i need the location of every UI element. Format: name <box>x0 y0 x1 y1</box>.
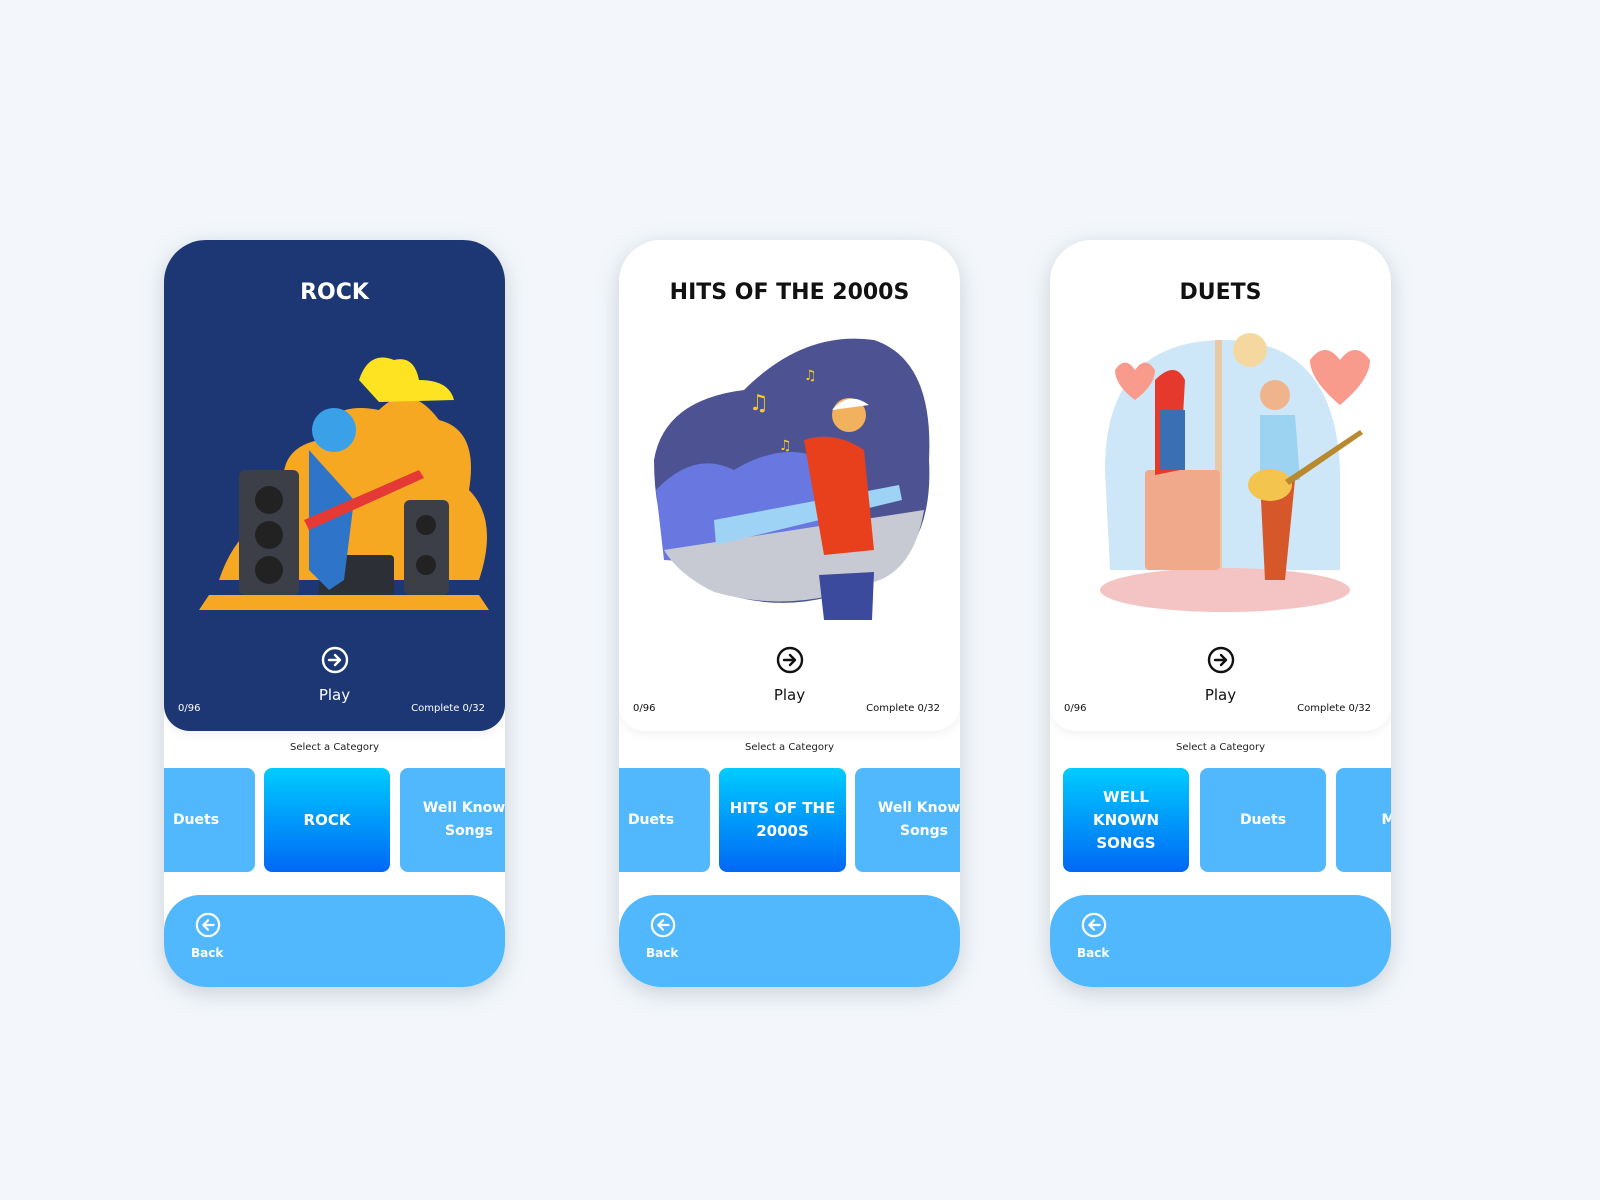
svg-text:♫: ♫ <box>779 438 792 454</box>
category-card: HITS OF THE 2000S ♫ ♫ ♫ Play 0/96 Complete 0/3… <box>619 240 960 731</box>
dj-party-illustration: ♫ ♫ ♫ <box>634 320 944 620</box>
back-bar: Back <box>619 895 960 987</box>
category-card: ROCK Play 0/96 Complete 0/32 <box>164 240 505 731</box>
category-tile-label: Duets <box>172 811 220 828</box>
category-tile-label: Duets <box>627 811 675 828</box>
complete-count: Complete 0/32 <box>866 703 940 714</box>
back-arrow-icon[interactable] <box>650 912 676 938</box>
category-tile-label: Movie <box>1381 811 1392 828</box>
category-tile[interactable]: Duets <box>619 768 710 872</box>
back-button[interactable]: Back <box>646 946 678 960</box>
play-button[interactable]: Play <box>619 686 960 704</box>
category-tile[interactable]: Duets <box>164 768 255 872</box>
progress-count: 0/96 <box>178 703 201 714</box>
back-arrow-icon[interactable] <box>1081 912 1107 938</box>
category-tile-label: WELL KNOWN SONGS <box>1092 787 1160 852</box>
play-arrow-icon[interactable] <box>1207 646 1235 674</box>
play-button[interactable]: Play <box>164 686 505 704</box>
category-tile-label: Well Known Songs <box>877 800 960 839</box>
back-button[interactable]: Back <box>1077 946 1109 960</box>
category-tile[interactable]: Movie <box>1336 768 1391 872</box>
rock-guitarist-illustration <box>179 320 489 620</box>
select-category-label: Select a Category <box>744 742 834 753</box>
phone-screen: DUETS Play 0/96 Complete 0/32 Select a Categ… <box>1050 240 1391 987</box>
category-title: HITS OF THE 2000S <box>669 280 910 305</box>
play-button[interactable]: Play <box>1050 686 1391 704</box>
category-tile[interactable]: Well Known Songs <box>400 768 505 872</box>
complete-count: Complete 0/32 <box>411 703 485 714</box>
svg-text:♫: ♫ <box>749 391 769 416</box>
category-title: ROCK <box>300 280 369 305</box>
phone-screen: ROCK Play 0/96 Complete 0/32 Select a Catego… <box>164 240 505 987</box>
progress-count: 0/96 <box>1064 703 1087 714</box>
category-tile[interactable]: ROCK <box>264 768 390 872</box>
duet-couple-illustration <box>1065 320 1375 620</box>
category-tile[interactable]: Well Known Songs <box>855 768 960 872</box>
phone-screen: HITS OF THE 2000S ♫ ♫ ♫ Play 0/96 Complete 0/3… <box>619 240 960 987</box>
select-category-label: Select a Category <box>1175 742 1265 753</box>
category-tile[interactable]: HITS OF THE 2000S <box>719 768 846 872</box>
back-bar: Back <box>1050 895 1391 987</box>
select-category-label: Select a Category <box>289 742 379 753</box>
progress-count: 0/96 <box>633 703 656 714</box>
category-tile-label: ROCK <box>303 810 351 829</box>
back-arrow-icon[interactable] <box>195 912 221 938</box>
play-arrow-icon[interactable] <box>321 646 349 674</box>
category-tile-label: Well Known Songs <box>422 800 505 839</box>
category-tile[interactable]: Duets <box>1200 768 1326 872</box>
back-bar: Back <box>164 895 505 987</box>
play-arrow-icon[interactable] <box>776 646 804 674</box>
svg-text:♫: ♫ <box>804 368 817 384</box>
category-tile-label: Duets <box>1239 811 1287 828</box>
back-button[interactable]: Back <box>191 946 223 960</box>
category-card: DUETS Play 0/96 Complete 0/32 <box>1050 240 1391 731</box>
complete-count: Complete 0/32 <box>1297 703 1371 714</box>
category-tile-label: HITS OF THE 2000S <box>729 799 836 840</box>
category-title: DUETS <box>1179 280 1262 305</box>
category-tile[interactable]: WELL KNOWN SONGS <box>1063 768 1189 872</box>
